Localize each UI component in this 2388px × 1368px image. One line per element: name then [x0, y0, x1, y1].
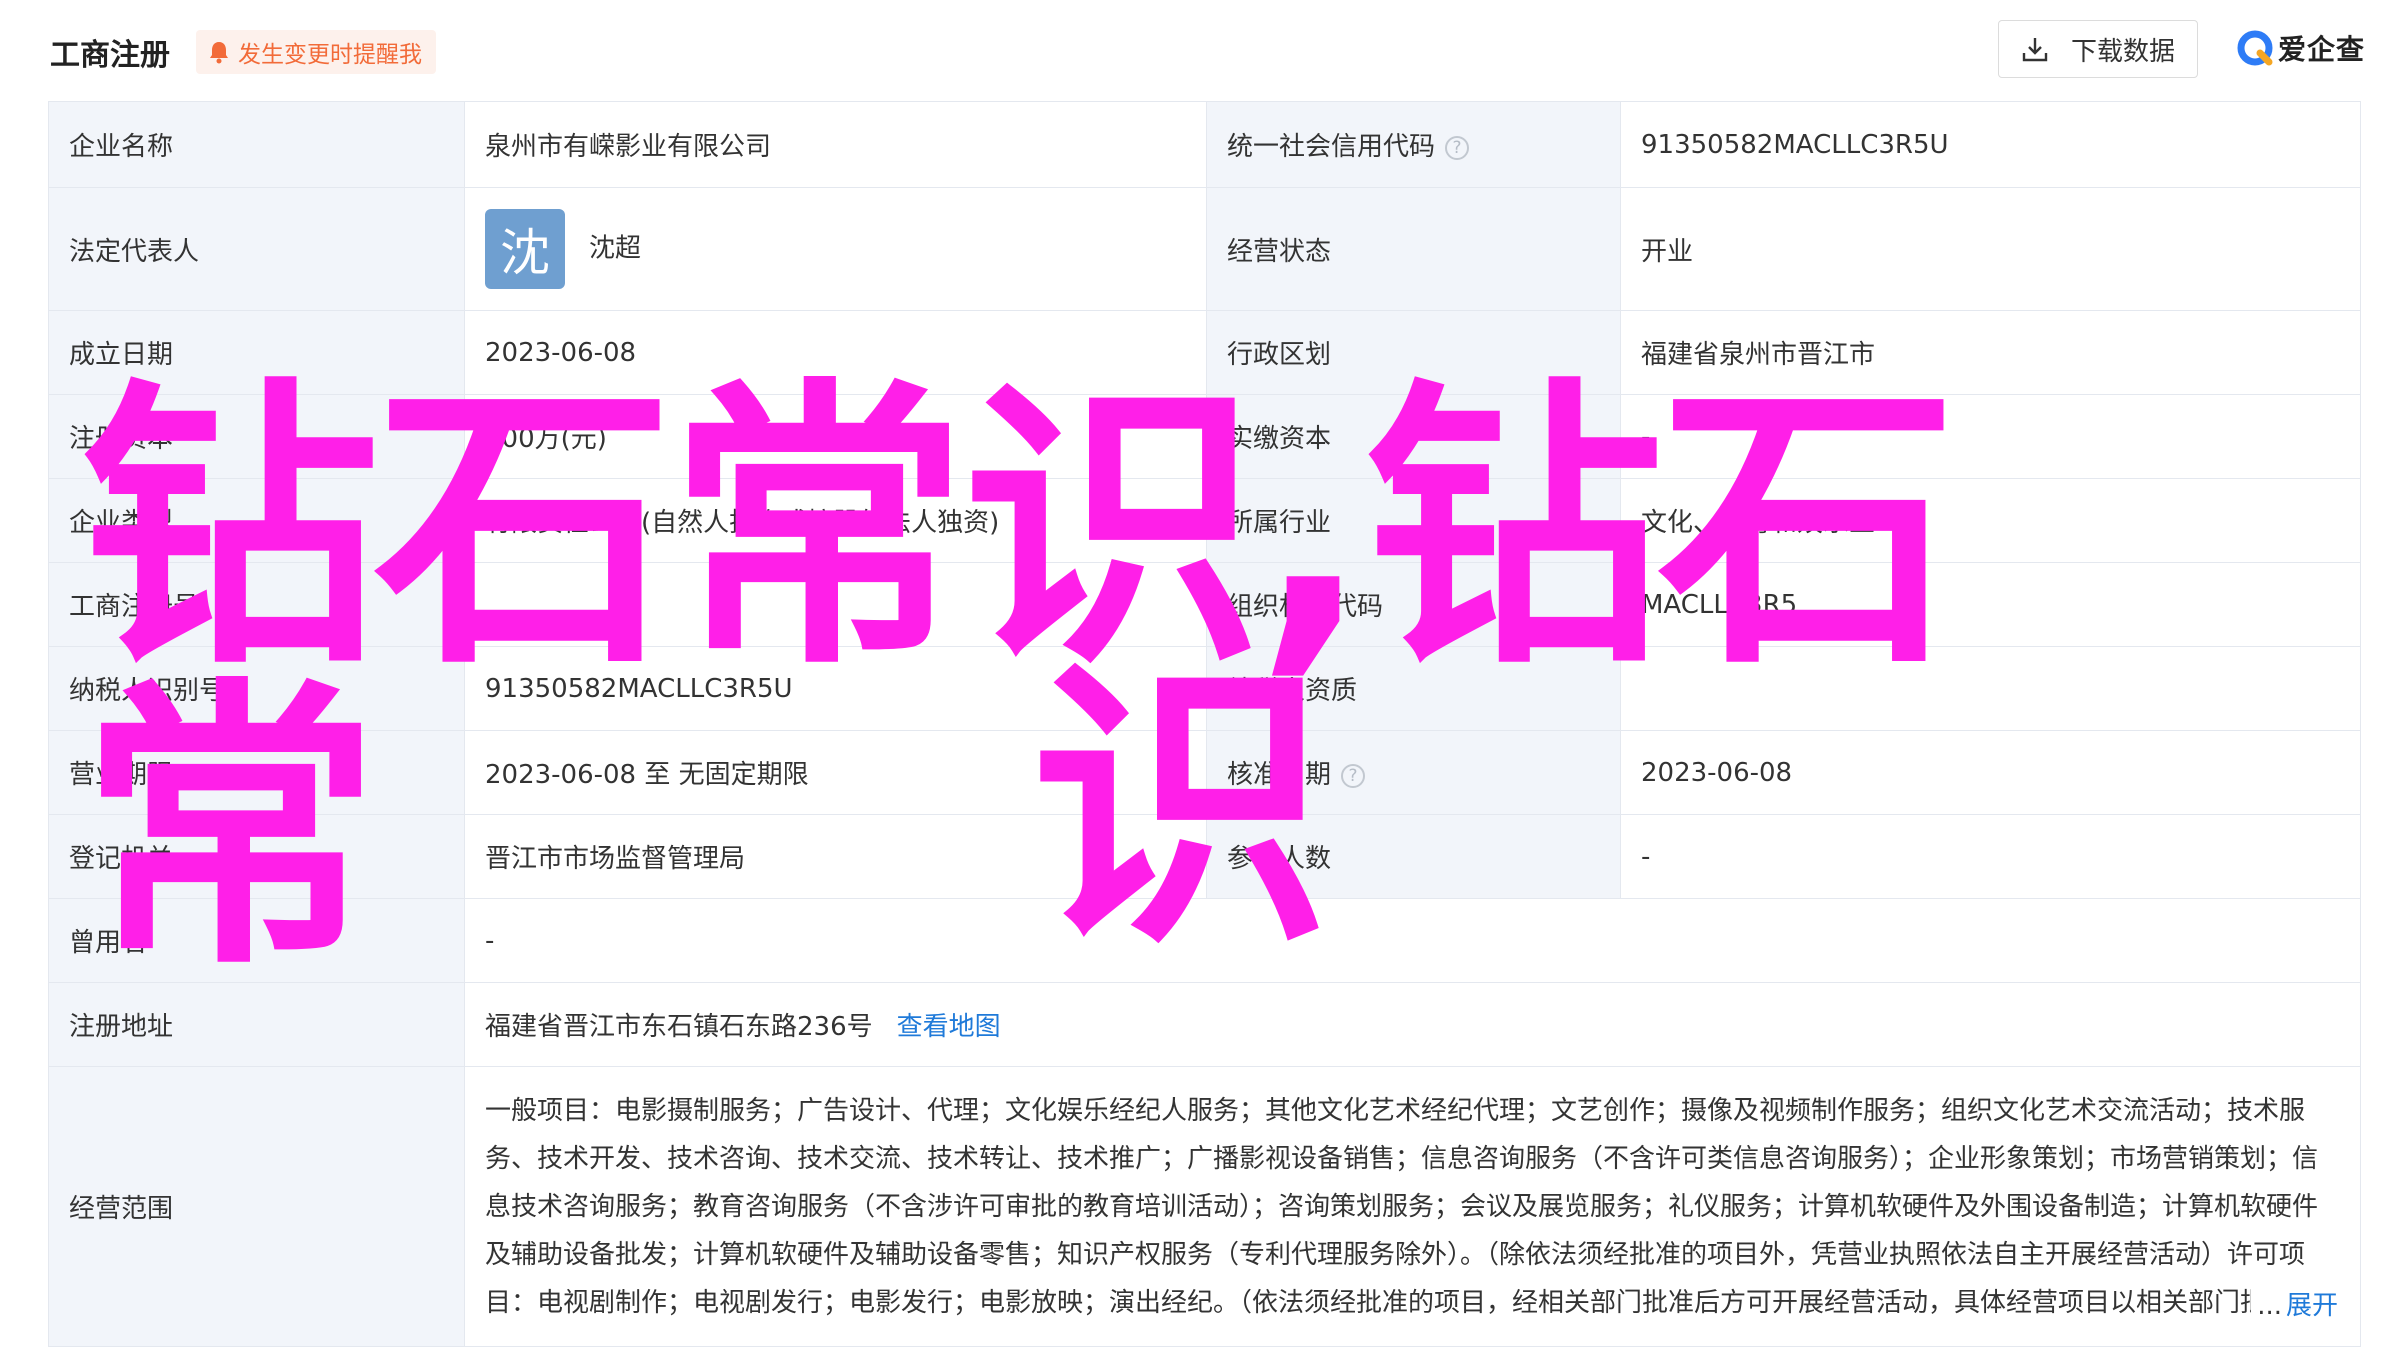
- download-button[interactable]: 下载数据: [1998, 20, 2198, 78]
- scope-text: 一般项目：电影摄制服务；广告设计、代理；文化娱乐经纪人服务；其他文化艺术经纪代理…: [485, 1095, 2319, 1318]
- label-company-name: 企业名称: [48, 101, 465, 188]
- section-title: 工商注册: [50, 38, 170, 73]
- table-row: 工商注册号 组织机构代码 MACLLC3R5: [48, 562, 2361, 647]
- table-row: 注册地址 福建省晋江市东石镇石东路236号 查看地图: [48, 982, 2361, 1067]
- value-address: 福建省晋江市东石镇石东路236号 查看地图: [464, 982, 2361, 1067]
- label-region: 行政区划: [1206, 310, 1621, 395]
- label-former-name: 曾用名: [48, 898, 465, 983]
- label-credit-code: 统一社会信用代码?: [1206, 101, 1621, 188]
- logo-icon: [2237, 30, 2273, 66]
- value-scope: 一般项目：电影摄制服务；广告设计、代理；文化娱乐经纪人服务；其他文化艺术经纪代理…: [464, 1066, 2361, 1347]
- help-icon[interactable]: ?: [1341, 763, 1366, 788]
- address-text: 福建省晋江市东石镇石东路236号: [485, 1012, 873, 1042]
- value-company-type: 有限责任公司(自然人投资或控股的法人独资): [464, 478, 1207, 563]
- value-status: 开业: [1620, 187, 2361, 311]
- label-paid-capital: 实缴资本: [1206, 394, 1621, 479]
- table-row: 企业类型 有限责任公司(自然人投资或控股的法人独资) 所属行业 文化、体育和娱乐…: [48, 478, 2361, 563]
- table-row: 法定代表人 沈沈超 经营状态 开业: [48, 187, 2361, 311]
- change-alert-button[interactable]: 发生变更时提醒我: [196, 30, 436, 74]
- aiqicha-logo: 爱企查: [2236, 26, 2365, 70]
- scope-ellipsis: ...: [2257, 1291, 2282, 1321]
- label-reg-no: 工商注册号: [48, 562, 465, 647]
- watermark-line-2: 识: [1030, 635, 1330, 984]
- table-row: 注册资本 100万(元) 实缴资本 -: [48, 394, 2361, 479]
- expand-button[interactable]: 展开: [2286, 1291, 2338, 1321]
- value-founded: 2023-06-08: [464, 310, 1207, 395]
- value-reg-no: [464, 562, 1207, 647]
- value-taxpayer-qual: [1620, 646, 2361, 731]
- value-credit-code: 91350582MACLLC3R5U: [1620, 101, 2361, 188]
- label-capital: 注册资本: [48, 394, 465, 479]
- label-authority: 登记机关: [48, 814, 465, 899]
- label-term: 营业期限: [48, 730, 465, 815]
- value-paid-capital: -: [1620, 394, 2361, 479]
- legal-rep-name[interactable]: 沈超: [589, 234, 641, 264]
- header-bar: 工商注册 发生变更时提醒我 下载数据 爱企查: [0, 0, 2388, 100]
- label-legal-rep: 法定代表人: [48, 187, 465, 311]
- label-taxpayer-id: 纳税人识别号: [48, 646, 465, 731]
- value-industry: 文化、体育和娱乐业: [1620, 478, 2361, 563]
- value-company-name: 泉州市有嵘影业有限公司: [464, 101, 1207, 188]
- help-icon[interactable]: ?: [1445, 135, 1470, 160]
- label-industry: 所属行业: [1206, 478, 1621, 563]
- logo-text: 爱企查: [2278, 33, 2366, 66]
- bell-icon: [210, 42, 228, 64]
- value-region: 福建省泉州市晋江市: [1620, 310, 2361, 395]
- expand-control: ... 展开: [2251, 1282, 2338, 1330]
- label-founded: 成立日期: [48, 310, 465, 395]
- label-status: 经营状态: [1206, 187, 1621, 311]
- label-credit-code-text: 统一社会信用代码: [1227, 132, 1436, 162]
- label-org-code: 组织机构代码: [1206, 562, 1621, 647]
- avatar: 沈: [485, 209, 565, 289]
- table-row: 成立日期 2023-06-08 行政区划 福建省泉州市晋江市: [48, 310, 2361, 395]
- view-map-link[interactable]: 查看地图: [897, 1012, 1001, 1042]
- value-approval-date: 2023-06-08: [1620, 730, 2361, 815]
- label-address: 注册地址: [48, 982, 465, 1067]
- value-org-code: MACLLC3R5: [1620, 562, 2361, 647]
- change-alert-label: 发生变更时提醒我: [238, 42, 422, 68]
- label-scope: 经营范围: [48, 1066, 465, 1347]
- download-icon: [2022, 38, 2048, 62]
- table-row: 企业名称 泉州市有嵘影业有限公司 统一社会信用代码? 91350582MACLL…: [48, 101, 2361, 188]
- table-row: 经营范围 一般项目：电影摄制服务；广告设计、代理；文化娱乐经纪人服务；其他文化艺…: [48, 1066, 2361, 1347]
- label-company-type: 企业类型: [48, 478, 465, 563]
- value-legal-rep: 沈沈超: [464, 187, 1207, 311]
- value-former-name: -: [464, 898, 2361, 983]
- value-insured: -: [1620, 814, 2361, 899]
- value-capital: 100万(元): [464, 394, 1207, 479]
- download-label: 下载数据: [2070, 36, 2175, 67]
